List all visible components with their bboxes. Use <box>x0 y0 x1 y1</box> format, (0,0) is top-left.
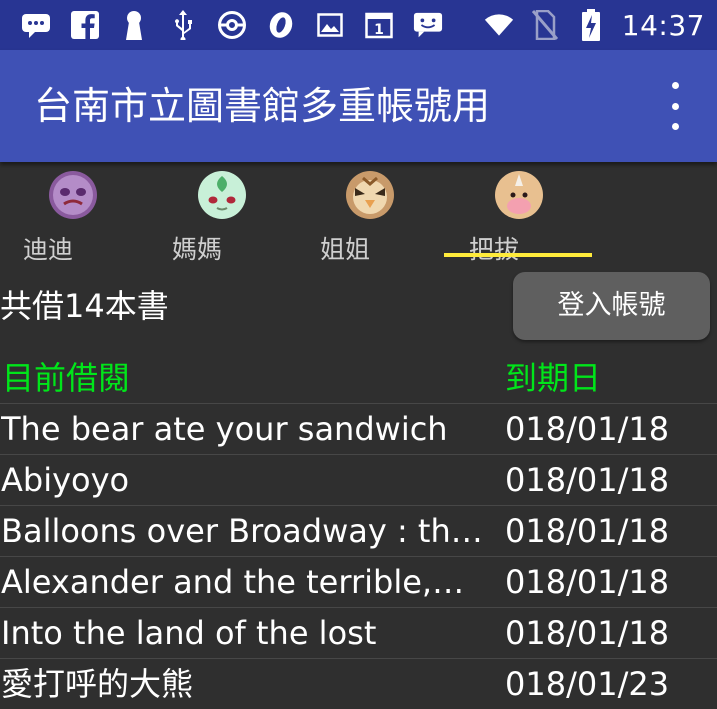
opera-icon <box>266 10 296 40</box>
tab-label: 姐姐 <box>320 235 371 264</box>
pokeball-icon <box>217 10 247 40</box>
green-pokemon-avatar <box>197 170 247 220</box>
table-row[interactable]: Abiyoyo 018/01/18 <box>0 454 717 505</box>
tab-mama[interactable]: 媽媽 <box>172 162 282 264</box>
battery-charging-icon <box>576 9 606 41</box>
table-row[interactable]: The bear ate your sandwich 018/01/18 <box>0 403 717 454</box>
usb-icon <box>168 10 198 40</box>
app-bar: 台南市立圖書館多重帳號用 <box>0 50 717 162</box>
column-header-due-date: 到期日 <box>505 359 602 397</box>
book-title: Into the land of the lost <box>1 614 377 652</box>
image-icon <box>315 10 345 40</box>
book-title: Balloons over Broadway : the… <box>1 512 491 550</box>
purple-pokemon-avatar <box>48 170 98 220</box>
facebook-icon <box>70 10 100 40</box>
login-account-button[interactable]: 登入帳號 <box>513 272 710 340</box>
more-vert-icon[interactable] <box>665 82 685 130</box>
table-row[interactable]: Into the land of the lost 018/01/18 <box>0 607 717 658</box>
table-row[interactable]: Alexander and the terrible,… 018/01/18 <box>0 556 717 607</box>
system-status: 14:37 <box>484 0 705 50</box>
due-date: 018/01/18 <box>505 614 670 652</box>
tab-label: 把拔 <box>469 235 520 264</box>
tab-baba[interactable]: 把拔 <box>469 162 579 264</box>
chat-icon <box>413 10 443 40</box>
pidgey-avatar <box>345 170 395 220</box>
tab-jiejie[interactable]: 姐姐 <box>320 162 430 264</box>
loans-table: The bear ate your sandwich 018/01/18 Abi… <box>0 403 717 709</box>
book-title: Alexander and the terrible,… <box>1 563 465 601</box>
due-date: 018/01/23 <box>505 665 670 703</box>
due-date: 018/01/18 <box>505 461 670 499</box>
keyhole-icon <box>119 10 149 40</box>
table-row[interactable]: 愛打呼的大熊 018/01/23 <box>0 658 717 709</box>
tab-didi[interactable]: 迪迪 <box>23 162 133 264</box>
clock: 14:37 <box>621 8 705 42</box>
app-title: 台南市立圖書館多重帳號用 <box>34 84 491 128</box>
due-date: 018/01/18 <box>505 563 670 601</box>
no-sim-icon <box>530 10 560 40</box>
due-date: 018/01/18 <box>505 410 670 448</box>
due-date: 018/01/18 <box>505 512 670 550</box>
column-header-current-loans: 目前借閱 <box>2 359 131 397</box>
wifi-icon <box>484 10 514 40</box>
calendar-icon: 1 <box>364 10 394 40</box>
status-bar: 1 14:37 <box>0 0 717 50</box>
book-title: 愛打呼的大熊 <box>1 665 194 703</box>
book-title: The bear ate your sandwich <box>1 410 448 448</box>
loan-count: 共借14本書 <box>0 287 169 325</box>
calendar-day: 1 <box>374 22 384 38</box>
table-row[interactable]: Balloons over Broadway : the… 018/01/18 <box>0 505 717 556</box>
tab-label: 迪迪 <box>23 235 74 264</box>
tab-selected-indicator <box>444 253 592 257</box>
notification-icons: 1 <box>0 10 443 40</box>
book-title: Abiyoyo <box>1 461 130 499</box>
message-icon <box>21 10 51 40</box>
tab-label: 媽媽 <box>172 235 223 264</box>
weedle-avatar <box>494 170 544 220</box>
account-tabs: 迪迪 媽媽 姐姐 把拔 <box>0 162 717 264</box>
